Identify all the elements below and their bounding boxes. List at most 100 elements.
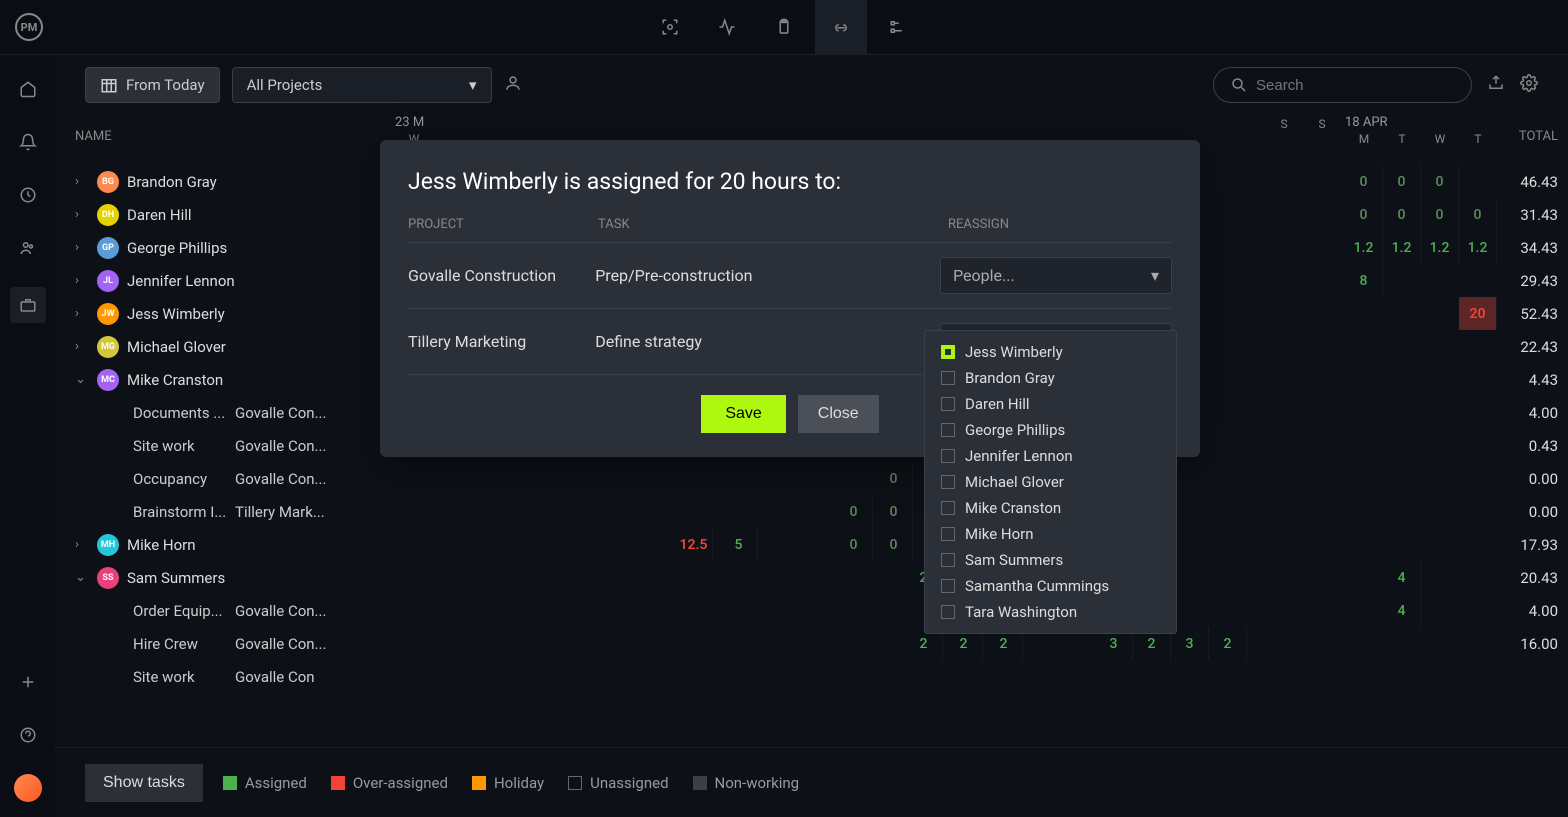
dropdown-item[interactable]: Samantha Cummings — [925, 573, 1176, 599]
nav-help-icon[interactable] — [14, 721, 42, 749]
from-today-button[interactable]: From Today — [85, 67, 220, 103]
dropdown-item[interactable]: Jennifer Lennon — [925, 443, 1176, 469]
checkbox[interactable] — [941, 423, 955, 437]
workload-value[interactable]: 0 — [1436, 207, 1444, 223]
nav-clock-icon[interactable] — [14, 181, 42, 209]
dropdown-item[interactable]: Michael Glover — [925, 469, 1176, 495]
search-input[interactable] — [1256, 77, 1455, 94]
person-row[interactable]: › GP George Phillips — [70, 231, 385, 264]
checkbox[interactable] — [941, 579, 955, 593]
nav-briefcase-icon[interactable] — [10, 287, 46, 323]
workload-value[interactable]: 1.2 — [1392, 240, 1412, 256]
settings-icon[interactable] — [1520, 74, 1538, 96]
workload-value[interactable]: 4 — [1398, 570, 1406, 586]
workload-value[interactable]: 2 — [960, 636, 968, 652]
search-box[interactable] — [1213, 67, 1472, 103]
topnav-scan-icon[interactable] — [644, 0, 696, 55]
task-row[interactable]: Documents ... Govalle Con... — [70, 396, 385, 429]
expand-chevron-icon[interactable]: › — [75, 306, 89, 321]
checkbox[interactable] — [941, 475, 955, 489]
checkbox[interactable] — [941, 501, 955, 515]
workload-value[interactable]: 1.2 — [1468, 240, 1488, 256]
workload-value[interactable]: 5 — [735, 537, 743, 553]
app-logo[interactable]: PM — [15, 13, 43, 41]
topnav-flow-icon[interactable] — [872, 0, 924, 55]
workload-value[interactable]: 0 — [850, 504, 858, 520]
nav-home-icon[interactable] — [14, 75, 42, 103]
workload-value[interactable]: 1.2 — [1354, 240, 1374, 256]
person-filter-icon[interactable] — [504, 74, 522, 96]
checkbox[interactable] — [941, 397, 955, 411]
workload-value[interactable]: 4 — [1398, 603, 1406, 619]
expand-chevron-icon[interactable]: ⌄ — [75, 372, 89, 387]
workload-value[interactable]: 0 — [1474, 207, 1482, 223]
checkbox[interactable] — [941, 345, 955, 359]
topnav-clipboard-icon[interactable] — [758, 0, 810, 55]
workload-value[interactable]: 0 — [890, 537, 898, 553]
expand-chevron-icon[interactable]: › — [75, 339, 89, 354]
nav-bell-icon[interactable] — [14, 128, 42, 156]
person-row[interactable]: › MH Mike Horn — [70, 528, 385, 561]
workload-value[interactable]: 1.2 — [1430, 240, 1450, 256]
person-row[interactable]: › JL Jennifer Lennon — [70, 264, 385, 297]
task-row[interactable]: Site work Govalle Con — [70, 660, 385, 693]
task-row[interactable]: Site work Govalle Con... — [70, 429, 385, 462]
nav-add-icon[interactable] — [14, 668, 42, 696]
workload-value[interactable]: 0 — [1436, 174, 1444, 190]
workload-value[interactable]: 2 — [920, 636, 928, 652]
task-row[interactable]: Hire Crew Govalle Con... — [70, 627, 385, 660]
workload-value[interactable]: 2 — [1000, 636, 1008, 652]
workload-value[interactable]: 12.5 — [680, 537, 708, 553]
dropdown-item[interactable]: Tara Washington — [925, 599, 1176, 625]
task-row[interactable]: Order Equip... Govalle Con... — [70, 594, 385, 627]
dropdown-item[interactable]: Mike Horn — [925, 521, 1176, 547]
workload-value[interactable]: 8 — [1360, 273, 1368, 289]
expand-chevron-icon[interactable]: › — [75, 273, 89, 288]
reassign-select[interactable]: People...▾ — [940, 257, 1172, 294]
workload-value[interactable]: 0 — [890, 504, 898, 520]
dropdown-item[interactable]: Brandon Gray — [925, 365, 1176, 391]
person-row[interactable]: ⌄ SS Sam Summers — [70, 561, 385, 594]
user-avatar[interactable] — [14, 774, 42, 802]
task-row[interactable]: Brainstorm I... Tillery Mark... — [70, 495, 385, 528]
expand-chevron-icon[interactable]: ⌄ — [75, 570, 89, 585]
workload-value[interactable]: 0 — [1360, 207, 1368, 223]
workload-value[interactable]: 3 — [1186, 636, 1194, 652]
dropdown-item[interactable]: Daren Hill — [925, 391, 1176, 417]
dropdown-item[interactable]: Sam Summers — [925, 547, 1176, 573]
workload-value[interactable]: 0 — [1398, 174, 1406, 190]
checkbox[interactable] — [941, 371, 955, 385]
save-button[interactable]: Save — [701, 395, 785, 433]
person-row[interactable]: › JW Jess Wimberly — [70, 297, 385, 330]
workload-value[interactable]: 2 — [1224, 636, 1232, 652]
expand-chevron-icon[interactable]: › — [75, 207, 89, 222]
workload-value[interactable]: 0 — [890, 471, 898, 487]
workload-value[interactable]: 20 — [1470, 306, 1486, 322]
checkbox[interactable] — [941, 553, 955, 567]
person-row[interactable]: › BG Brandon Gray — [70, 165, 385, 198]
person-row[interactable]: › DH Daren Hill — [70, 198, 385, 231]
projects-dropdown[interactable]: All Projects ▾ — [232, 67, 492, 103]
workload-value[interactable]: 2 — [1148, 636, 1156, 652]
expand-chevron-icon[interactable]: › — [75, 240, 89, 255]
checkbox[interactable] — [941, 527, 955, 541]
checkbox[interactable] — [941, 605, 955, 619]
workload-value[interactable]: 0 — [1360, 174, 1368, 190]
topnav-link-icon[interactable] — [815, 0, 867, 55]
nav-people-icon[interactable] — [14, 234, 42, 262]
close-button[interactable]: Close — [798, 395, 879, 433]
person-row[interactable]: › MG Michael Glover — [70, 330, 385, 363]
expand-chevron-icon[interactable]: › — [75, 537, 89, 552]
show-tasks-button[interactable]: Show tasks — [85, 764, 203, 802]
expand-chevron-icon[interactable]: › — [75, 174, 89, 189]
dropdown-item[interactable]: Mike Cranston — [925, 495, 1176, 521]
task-row[interactable]: Occupancy Govalle Con... — [70, 462, 385, 495]
export-icon[interactable] — [1487, 74, 1505, 96]
topnav-activity-icon[interactable] — [701, 0, 753, 55]
checkbox[interactable] — [941, 449, 955, 463]
workload-value[interactable]: 0 — [1398, 207, 1406, 223]
person-row[interactable]: ⌄ MC Mike Cranston — [70, 363, 385, 396]
workload-value[interactable]: 3 — [1110, 636, 1118, 652]
dropdown-item[interactable]: George Phillips — [925, 417, 1176, 443]
dropdown-item[interactable]: Jess Wimberly — [925, 339, 1176, 365]
